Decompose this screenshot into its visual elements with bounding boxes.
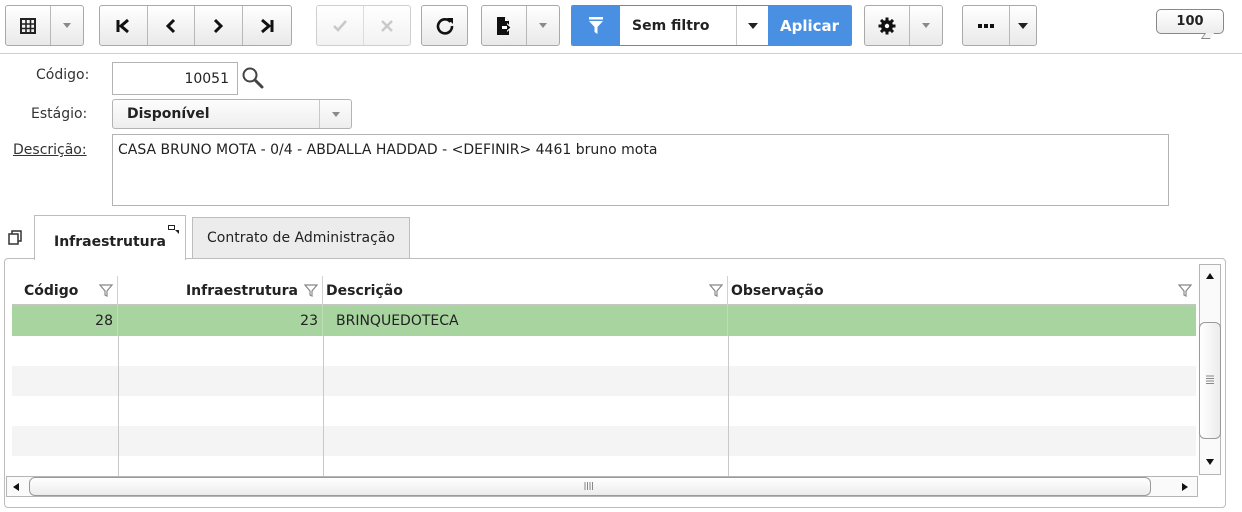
more-actions-button[interactable] xyxy=(963,6,1010,45)
ellipsis-icon xyxy=(978,23,994,28)
next-record-button[interactable] xyxy=(195,6,243,45)
previous-record-icon xyxy=(165,18,175,33)
confirm-button[interactable] xyxy=(317,6,364,45)
record-navigation xyxy=(99,5,292,46)
check-icon xyxy=(332,19,347,32)
refresh-icon xyxy=(436,17,453,35)
funnel-icon xyxy=(589,16,603,34)
apply-filter-button[interactable]: Aplicar xyxy=(768,6,851,45)
next-record-icon xyxy=(214,18,224,33)
column-filter-icon[interactable] xyxy=(709,283,723,297)
tab-label: Contrato de Administração xyxy=(207,230,395,246)
gear-icon xyxy=(878,17,896,34)
filter-control: Sem filtro Aplicar xyxy=(571,5,852,46)
code-field[interactable]: 10051 xyxy=(112,62,238,95)
export-group xyxy=(481,5,560,46)
stage-select-value: Disponível xyxy=(127,106,210,122)
edit-actions xyxy=(316,5,411,46)
grid-header: Código Infraestrutura Descrição Observaç… xyxy=(12,276,1196,306)
scroll-down-icon[interactable] xyxy=(1205,458,1215,466)
last-record-button[interactable] xyxy=(243,6,291,45)
settings-group xyxy=(864,5,943,46)
column-header-label: Observação xyxy=(731,283,824,299)
empty-row xyxy=(12,396,1196,426)
first-record-icon xyxy=(116,18,130,33)
export-dropdown[interactable] xyxy=(527,6,559,45)
tab-label: Infraestrutura xyxy=(53,234,167,250)
empty-row xyxy=(12,426,1196,456)
export-document-icon xyxy=(497,16,513,35)
cell-codigo: 28 xyxy=(12,306,118,336)
chevron-down-icon xyxy=(331,111,340,117)
chevron-down-icon xyxy=(922,23,931,28)
first-record-button[interactable] xyxy=(100,6,148,45)
export-button[interactable] xyxy=(482,6,528,45)
previous-record-button[interactable] xyxy=(148,6,195,45)
expand-tab-icon[interactable] xyxy=(168,225,180,235)
tab-infraestrutura[interactable]: Infraestrutura xyxy=(34,215,186,260)
refresh-button[interactable] xyxy=(421,5,468,46)
chevron-down-icon xyxy=(63,23,72,28)
table-row[interactable]: 28 23 BRINQUEDOTECA xyxy=(12,306,1196,336)
column-filter-icon[interactable] xyxy=(1178,283,1192,297)
tab-contrato-de-administracao[interactable]: Contrato de Administração xyxy=(192,217,410,258)
column-filter-icon[interactable] xyxy=(99,283,113,297)
stage-dropdown[interactable] xyxy=(319,100,351,128)
grid-view-button[interactable] xyxy=(6,6,52,45)
chevron-down-icon xyxy=(539,23,548,28)
scroll-up-icon[interactable] xyxy=(1205,272,1215,280)
grid-icon xyxy=(20,17,37,34)
detach-panel-icon[interactable] xyxy=(8,230,23,245)
column-header-infraestrutura[interactable]: Infraestrutura xyxy=(118,276,323,306)
record-count-badge-tail xyxy=(1200,33,1215,39)
description-field[interactable]: CASA BRUNO MOTA - 0/4 - ABDALLA HADDAD -… xyxy=(112,134,1169,206)
last-record-icon xyxy=(260,18,274,33)
code-label: Código: xyxy=(36,67,90,83)
column-header-codigo[interactable]: Código xyxy=(12,276,118,306)
description-label: Descrição: xyxy=(13,142,87,158)
cell-observacao xyxy=(728,306,1196,336)
stage-label: Estágio: xyxy=(31,106,88,122)
filter-select[interactable]: Sem filtro xyxy=(620,6,737,45)
more-actions-group xyxy=(962,5,1037,46)
grip-icon xyxy=(1206,375,1214,384)
filter-dropdown[interactable] xyxy=(737,6,768,45)
cell-infraestrutura: 23 xyxy=(118,306,323,336)
view-mode-group xyxy=(5,5,84,46)
column-header-label: Descrição xyxy=(326,283,403,299)
filter-button[interactable] xyxy=(572,6,620,45)
record-count-badge: 100 xyxy=(1156,9,1224,34)
chevron-down-icon xyxy=(747,22,758,29)
toolbar-divider xyxy=(0,53,1242,54)
column-header-descricao[interactable]: Descrição xyxy=(323,276,728,306)
empty-row xyxy=(12,336,1196,366)
cancel-button[interactable] xyxy=(364,6,411,45)
settings-button[interactable] xyxy=(865,6,911,45)
column-header-observacao[interactable]: Observação xyxy=(728,276,1196,306)
close-icon xyxy=(380,19,393,32)
stage-select[interactable]: Disponível xyxy=(112,99,352,129)
cell-descricao: BRINQUEDOTECA xyxy=(323,306,728,336)
column-filter-icon[interactable] xyxy=(304,283,318,297)
search-icon[interactable] xyxy=(241,66,265,90)
column-header-label: Infraestrutura xyxy=(185,283,298,299)
infrastructure-grid: Código Infraestrutura Descrição Observaç… xyxy=(12,276,1196,476)
empty-row xyxy=(12,456,1196,476)
grip-icon xyxy=(584,482,593,490)
empty-row xyxy=(12,366,1196,396)
more-actions-dropdown[interactable] xyxy=(1010,6,1036,45)
column-header-label: Código xyxy=(24,283,79,299)
settings-dropdown[interactable] xyxy=(910,6,942,45)
view-mode-dropdown[interactable] xyxy=(51,6,83,45)
scroll-right-icon[interactable] xyxy=(1181,482,1189,492)
chevron-down-icon xyxy=(1018,22,1028,29)
scroll-left-icon[interactable] xyxy=(12,482,20,492)
